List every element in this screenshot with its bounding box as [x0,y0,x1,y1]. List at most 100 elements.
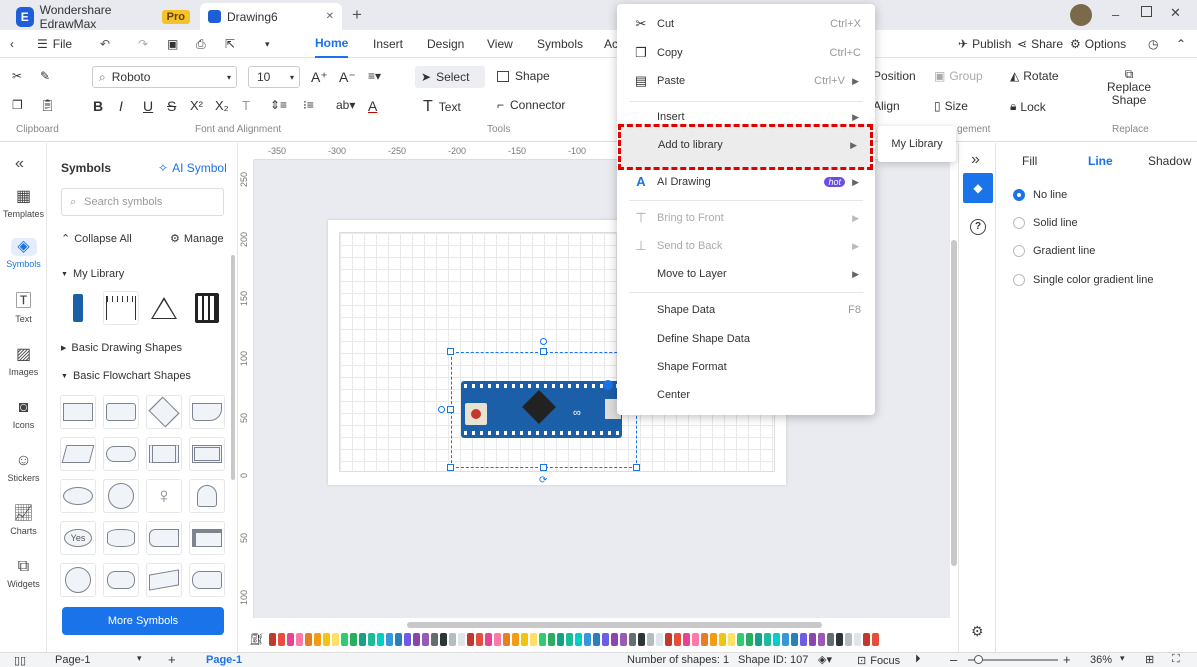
color-swatch[interactable] [863,633,870,646]
zoom-level[interactable]: 36% [1090,654,1112,666]
color-swatch[interactable] [773,633,780,646]
color-swatch[interactable] [647,633,654,646]
zoom-slider-thumb[interactable] [974,655,983,664]
flowchart-circle[interactable] [103,479,139,513]
more-symbols-button[interactable]: More Symbols [62,607,224,635]
menu-item-add-to-library[interactable]: Add to library ▶ [618,124,873,170]
app-tab[interactable]: E Wondershare EdrawMax Pro [8,3,198,31]
color-swatch[interactable] [575,633,582,646]
collapse-ribbon-icon[interactable]: ⌃ [1176,30,1186,58]
fill-bucket-icon[interactable]: ⛽︎ [249,632,264,646]
flowchart-yes[interactable]: Yes [60,521,96,555]
horizontal-scrollbar[interactable] [407,622,822,628]
flowchart-person[interactable]: ♀ [146,479,182,513]
page-tab[interactable]: Page-1 [206,654,242,666]
color-swatch[interactable] [854,633,861,646]
library-item-ruler[interactable] [103,291,139,325]
underline-button[interactable]: U [143,98,153,114]
font-size-select[interactable]: 10 ▾ [248,66,300,88]
manage-button[interactable]: ⚙ Manage [170,232,224,246]
color-swatch[interactable] [449,633,456,646]
export-icon[interactable]: ⇱ [225,30,235,58]
rotate-button[interactable]: ◭ Rotate [1010,69,1059,83]
color-swatch[interactable] [818,633,825,646]
color-swatch[interactable] [440,633,447,646]
color-swatch[interactable] [377,633,384,646]
rail-charts[interactable]: 📈︎ Charts [0,505,47,536]
color-swatch[interactable] [476,633,483,646]
style-panel-icon[interactable]: ◆ [963,173,993,203]
increase-font-icon[interactable]: A⁺ [311,69,328,86]
option-single-color-gradient[interactable]: Single color gradient line [1013,274,1153,286]
subscript-button[interactable]: X₂ [215,98,229,113]
menu-item-ai-drawing[interactable]: A AI Drawing hot ▶ [617,168,875,196]
save-icon[interactable]: ▣ [167,30,178,58]
size-button[interactable]: ▯ Size [934,99,968,113]
rail-icons[interactable]: ◙ Icons [0,399,47,430]
menu-item-move-to-layer[interactable]: Move to Layer ▶ [617,260,875,288]
play-icon[interactable]: ⏵ [915,653,921,666]
color-swatch[interactable] [485,633,492,646]
color-swatch[interactable] [422,633,429,646]
close-tab-icon[interactable]: ✕ [326,11,334,22]
color-swatch[interactable] [539,633,546,646]
zoom-slider[interactable] [968,655,1058,664]
line-spacing-icon[interactable]: ⇕≡ [270,98,287,112]
tab-view[interactable]: View [487,30,513,58]
redo-icon[interactable]: ↷ [138,30,148,58]
flowchart-data[interactable] [60,437,96,471]
flowchart-rounded-rect[interactable] [103,395,139,429]
color-swatch[interactable] [611,633,618,646]
color-swatch[interactable] [836,633,843,646]
menu-item-copy[interactable]: ❐ Copy Ctrl+C [617,39,875,67]
color-swatch[interactable] [368,633,375,646]
rail-widgets[interactable]: ⧉ Widgets [0,558,47,589]
flowchart-subprocess[interactable] [189,437,225,471]
chevron-down-icon[interactable]: ▾ [1120,653,1125,664]
color-swatch[interactable] [719,633,726,646]
select-button[interactable]: ➤ Select [415,66,485,88]
rotate-handle[interactable] [540,338,547,345]
search-input[interactable]: ⌕ Search symbols [61,188,224,216]
option-no-line[interactable]: No line [1013,189,1067,201]
font-color-icon[interactable]: A [368,98,377,114]
resize-handle[interactable] [447,348,454,355]
connection-point[interactable] [603,380,613,390]
color-swatch[interactable] [512,633,519,646]
decrease-font-icon[interactable]: A⁻ [339,69,356,86]
zoom-in-icon[interactable]: + [1063,652,1071,667]
color-swatch[interactable] [431,633,438,646]
color-swatch[interactable] [521,633,528,646]
menu-item-send-to-back[interactable]: ⊥ Send to Back ▶ [617,232,875,260]
color-swatch[interactable] [530,633,537,646]
basic-flowchart-header[interactable]: ▼ Basic Flowchart Shapes [61,370,191,382]
flowchart-user[interactable] [189,479,225,513]
menu-item-define-shape-data[interactable]: Define Shape Data [617,325,875,353]
option-solid-line[interactable]: Solid line [1013,217,1078,229]
italic-button[interactable]: I [119,98,123,114]
color-swatch[interactable] [584,633,591,646]
submenu-my-library[interactable]: My Library [878,126,956,162]
align-button[interactable]: Align [873,99,900,113]
color-swatch[interactable] [359,633,366,646]
rail-templates[interactable]: ▦ Templates [0,188,47,219]
text-style-button[interactable]: T [242,98,250,113]
tab-home[interactable]: Home [315,30,349,58]
lock-button[interactable]: 🔒︎ Lock [1010,99,1046,114]
rail-symbols[interactable]: ◈ Symbols [0,238,47,269]
my-library-header[interactable]: ▼ My Library [61,268,124,280]
color-swatch[interactable] [269,633,276,646]
resize-handle[interactable] [447,464,454,471]
page-layout-icon[interactable]: ▯▯ [14,654,26,667]
close-window-icon[interactable]: ✕ [1170,5,1181,21]
rotate-icon[interactable]: ⟳ [539,475,547,486]
tab-shadow[interactable]: Shadow [1148,154,1191,168]
replace-shape-button[interactable]: ⧉ Replace Shape [1100,68,1158,107]
bullet-list-icon[interactable]: ⁝≡ [303,98,314,112]
collapse-panel-icon[interactable]: « [15,155,24,173]
flowchart-card[interactable] [146,521,182,555]
color-swatch[interactable] [395,633,402,646]
help-icon[interactable]: ? [970,219,986,235]
color-swatch[interactable] [674,633,681,646]
position-button[interactable]: Position [873,69,916,83]
